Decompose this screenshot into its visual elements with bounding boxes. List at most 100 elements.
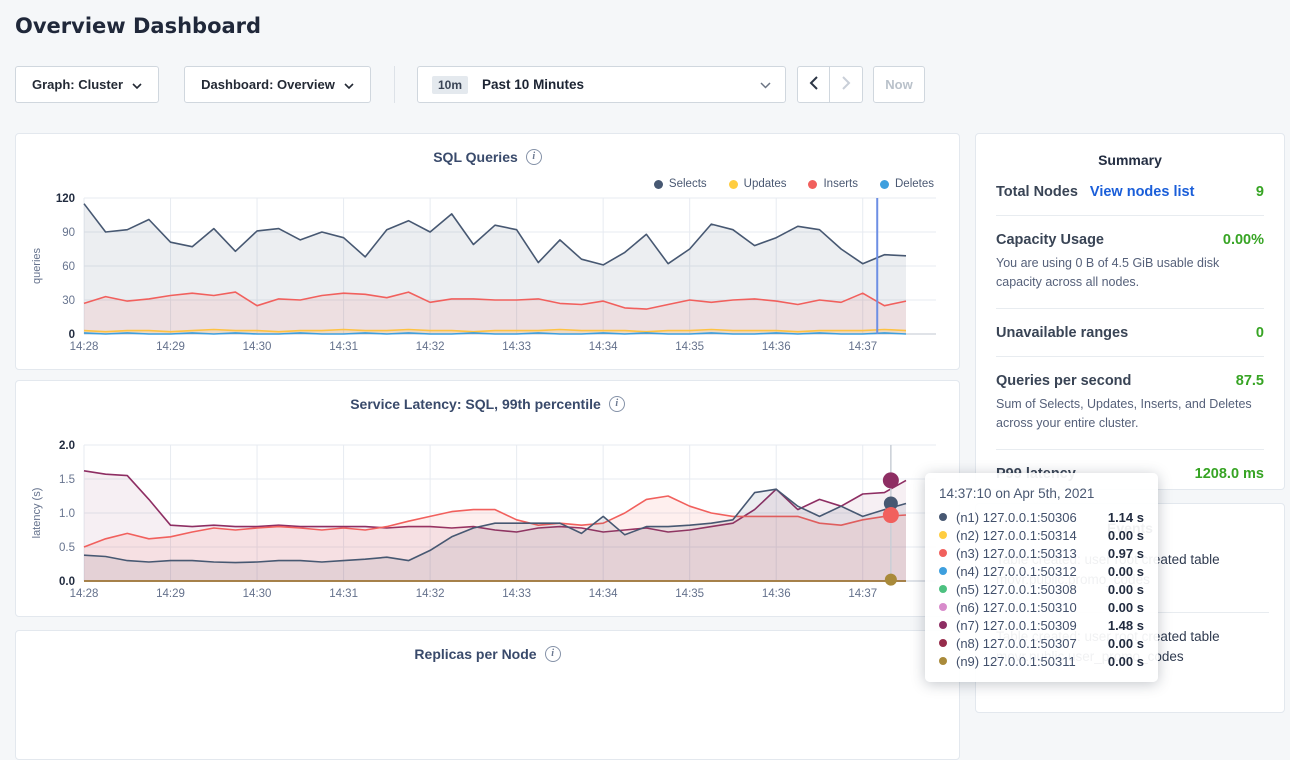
svg-text:30: 30 (62, 295, 75, 307)
graph-dropdown-label: Graph: Cluster (32, 77, 123, 92)
summary-row-capacity: Capacity Usage 0.00% (996, 216, 1264, 248)
tooltip-timestamp: 14:37:10 on Apr 5th, 2021 (939, 486, 1144, 501)
svg-text:14:32: 14:32 (416, 341, 445, 353)
series-dot-icon (939, 639, 947, 647)
svg-text:0: 0 (69, 329, 75, 341)
svg-text:60: 60 (62, 261, 75, 273)
tooltip-value: 0.00 s (1108, 528, 1144, 543)
svg-text:14:30: 14:30 (243, 341, 272, 353)
dashboard-dropdown-label: Dashboard: Overview (201, 77, 335, 92)
chevron-down-icon (132, 77, 142, 92)
svg-text:14:31: 14:31 (329, 341, 358, 353)
svg-text:90: 90 (62, 227, 75, 239)
summary-row-total-nodes: Total Nodes View nodes list 9 (996, 168, 1264, 200)
chart-title: Replicas per Node (414, 646, 536, 662)
summary-row-qps: Queries per second 87.5 (996, 357, 1264, 389)
tooltip-node-label: (n9) 127.0.0.1:50311 (956, 654, 1076, 669)
svg-text:14:35: 14:35 (675, 341, 704, 353)
svg-text:14:30: 14:30 (243, 588, 272, 600)
summary-value: 87.5 (1236, 373, 1264, 389)
series-dot-icon (939, 603, 947, 611)
view-nodes-list-link[interactable]: View nodes list (1090, 184, 1195, 200)
dashboard-dropdown[interactable]: Dashboard: Overview (184, 66, 371, 103)
summary-panel: Summary Total Nodes View nodes list 9 Ca… (975, 133, 1285, 490)
tooltip-value: 0.00 s (1108, 654, 1144, 669)
svg-text:14:28: 14:28 (70, 588, 99, 600)
series-dot-icon (939, 621, 947, 629)
svg-text:14:32: 14:32 (416, 588, 445, 600)
time-range-dropdown[interactable]: 10m Past 10 Minutes (417, 66, 786, 103)
time-window-badge: 10m (432, 76, 468, 94)
svg-text:14:37: 14:37 (848, 588, 877, 600)
service-latency-chart-plot[interactable]: 14:28 14:29 14:30 14:31 14:32 14:33 14:34 14:35… (16, 381, 961, 618)
tooltip-value: 1.14 s (1108, 510, 1144, 525)
tooltip-node-label: (n3) 127.0.0.1:50313 (956, 546, 1077, 561)
tooltip-value: 0.97 s (1108, 546, 1144, 561)
series-dot-icon (939, 585, 947, 593)
summary-subtext: You are using 0 B of 4.5 GiB usable disk… (996, 248, 1268, 293)
svg-text:0.0: 0.0 (59, 576, 75, 588)
tooltip-row: (n9) 127.0.0.1:50311 0.00 s (939, 652, 1144, 670)
time-range-label: Past 10 Minutes (482, 77, 584, 92)
chevron-down-icon (760, 77, 771, 92)
series-dot-icon (939, 657, 947, 665)
svg-text:14:33: 14:33 (502, 341, 531, 353)
summary-value: 0 (1256, 325, 1264, 341)
info-icon[interactable]: i (545, 646, 561, 662)
tooltip-value: 0.00 s (1108, 636, 1144, 651)
svg-text:14:34: 14:34 (589, 588, 618, 600)
summary-label: Queries per second (996, 373, 1131, 389)
svg-text:14:29: 14:29 (156, 588, 185, 600)
chevron-left-icon (809, 74, 818, 95)
svg-text:2.0: 2.0 (59, 440, 75, 452)
tooltip-row: (n7) 127.0.0.1:503091.48 s (939, 616, 1144, 634)
latency-chart-tooltip: 14:37:10 on Apr 5th, 2021 (n1) 127.0.0.1… (925, 473, 1158, 682)
svg-text:14:29: 14:29 (156, 341, 185, 353)
svg-text:1.0: 1.0 (59, 508, 75, 520)
sql-queries-chart-plot[interactable]: 14:2814:2914:3014:3114:3214:3314:3414:35… (16, 134, 961, 371)
summary-subtext: Sum of Selects, Updates, Inserts, and De… (996, 389, 1268, 434)
series-dot-icon (939, 567, 947, 575)
summary-label: Total Nodes (996, 184, 1078, 200)
page-title: Overview Dashboard (15, 14, 261, 38)
tooltip-row: (n6) 127.0.0.1:503100.00 s (939, 598, 1144, 616)
time-prev-button[interactable] (797, 66, 830, 103)
svg-text:1.5: 1.5 (59, 474, 75, 486)
time-now-button[interactable]: Now (873, 66, 925, 103)
tooltip-row: (n3) 127.0.0.1:50313 0.97 s (939, 544, 1144, 562)
chevron-down-icon (344, 77, 354, 92)
summary-value: 0.00% (1223, 232, 1264, 248)
graph-dropdown[interactable]: Graph: Cluster (15, 66, 159, 103)
svg-text:14:37: 14:37 (848, 341, 877, 353)
series-dot-icon (939, 531, 947, 539)
summary-row-unavailable: Unavailable ranges 0 (996, 309, 1264, 341)
svg-text:14:31: 14:31 (329, 588, 358, 600)
tooltip-node-label: (n2) 127.0.0.1:50314 (956, 528, 1077, 543)
sql-queries-panel: SQL Queries i SelectsUpdatesInsertsDelet… (15, 133, 960, 370)
svg-text:0.5: 0.5 (59, 542, 75, 554)
replicas-per-node-panel: Replicas per Node i (15, 630, 960, 760)
summary-value: 1208.0 ms (1195, 466, 1264, 482)
tooltip-row: (n1) 127.0.0.1:50306 1.14 s (939, 508, 1144, 526)
tooltip-value: 0.00 s (1108, 564, 1144, 579)
time-next-button[interactable] (830, 66, 863, 103)
summary-value: 9 (1256, 184, 1264, 200)
svg-text:120: 120 (56, 193, 75, 205)
tooltip-node-label: (n6) 127.0.0.1:50310 (956, 600, 1077, 615)
tooltip-row: (n2) 127.0.0.1:50314 0.00 s (939, 526, 1144, 544)
svg-text:14:36: 14:36 (762, 341, 791, 353)
svg-text:latency (s): latency (s) (31, 488, 43, 539)
svg-text:14:34: 14:34 (589, 341, 618, 353)
tooltip-row: (n5) 127.0.0.1:50308 0.00 s (939, 580, 1144, 598)
tooltip-node-label: (n5) 127.0.0.1:50308 (956, 582, 1077, 597)
tooltip-node-label: (n1) 127.0.0.1:50306 (956, 510, 1077, 525)
svg-text:queries: queries (31, 247, 43, 284)
service-latency-panel: Service Latency: SQL, 99th percentile i … (15, 380, 960, 617)
tooltip-row: (n4) 127.0.0.1:503120.00 s (939, 562, 1144, 580)
svg-text:14:35: 14:35 (675, 588, 704, 600)
tooltip-value: 0.00 s (1108, 582, 1144, 597)
chevron-right-icon (842, 74, 851, 95)
svg-text:14:33: 14:33 (502, 588, 531, 600)
series-dot-icon (939, 513, 947, 521)
summary-header: Summary (976, 152, 1284, 168)
